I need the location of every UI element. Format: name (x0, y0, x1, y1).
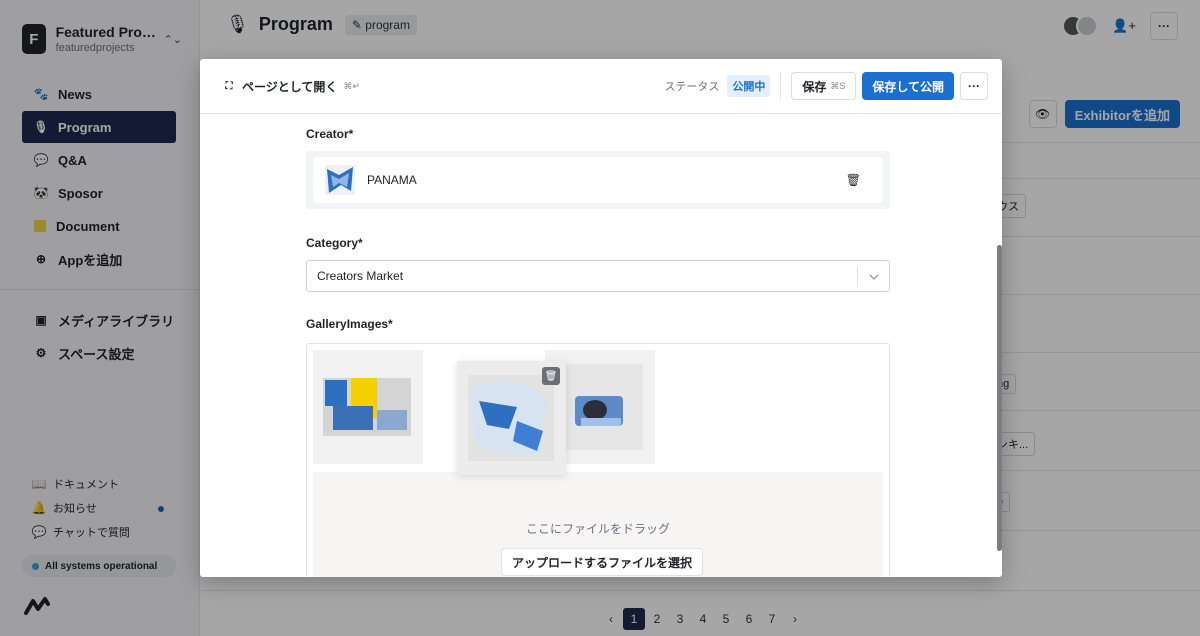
category-selected-value: Creators Market (317, 269, 404, 283)
creator-field: PANAMA 🗑 (306, 151, 890, 209)
gallery-image-1 (313, 350, 423, 464)
header-divider (780, 72, 782, 100)
trash-icon[interactable]: 🗑 (846, 173, 861, 187)
gallery-images-field: ここにファイルをドラッグ アップロードするファイルを選択 (306, 343, 890, 577)
status-badge: 公開中 (727, 75, 771, 97)
save-button[interactable]: 保存 ⌘S (791, 72, 857, 100)
file-dropzone[interactable]: ここにファイルをドラッグ アップロードするファイルを選択 (313, 472, 883, 577)
open-as-page-button[interactable]: ⛶ ページとして開く ⌘↵ (222, 78, 360, 95)
creator-thumbnail (325, 165, 355, 195)
select-separator (857, 267, 858, 287)
save-and-publish-button[interactable]: 保存して公開 (862, 72, 954, 100)
status-label: ステータス (664, 81, 720, 93)
gallery-image[interactable] (313, 350, 423, 464)
trash-icon[interactable]: 🗑 (542, 367, 560, 385)
scrollbar[interactable] (997, 245, 1002, 551)
chevron-down-icon (869, 274, 879, 280)
shortcut-hint: ⌘↵ (343, 80, 360, 91)
modal-more-button[interactable]: ··· (960, 72, 988, 100)
select-file-button[interactable]: アップロードするファイルを選択 (501, 548, 704, 576)
creator-reference-card[interactable]: PANAMA 🗑 (313, 157, 883, 203)
dropzone-text: ここにファイルをドラッグ (525, 522, 670, 536)
open-as-page-label: ページとして開く (242, 79, 338, 94)
category-field-label: Category* (306, 236, 363, 250)
edit-content-modal: ⛶ ページとして開く ⌘↵ ステータス 公開中 保存 ⌘S 保存して公開 ···… (200, 59, 1002, 577)
expand-icon: ⛶ (225, 80, 233, 92)
modal-body: Creator* PANAMA 🗑 Category* Creators Mar… (200, 115, 1002, 577)
creator-field-label: Creator* (306, 127, 354, 141)
modal-header: ⛶ ページとして開く ⌘↵ ステータス 公開中 保存 ⌘S 保存して公開 ··· (200, 59, 1002, 114)
category-select[interactable]: Creators Market (306, 260, 890, 292)
save-shortcut: ⌘S (830, 80, 846, 91)
creator-name: PANAMA (367, 173, 417, 187)
gallery-field-label: GalleryImages* (306, 317, 393, 331)
dragging-gallery-image[interactable]: 🗑 (457, 361, 566, 475)
save-label: 保存 (802, 79, 827, 94)
